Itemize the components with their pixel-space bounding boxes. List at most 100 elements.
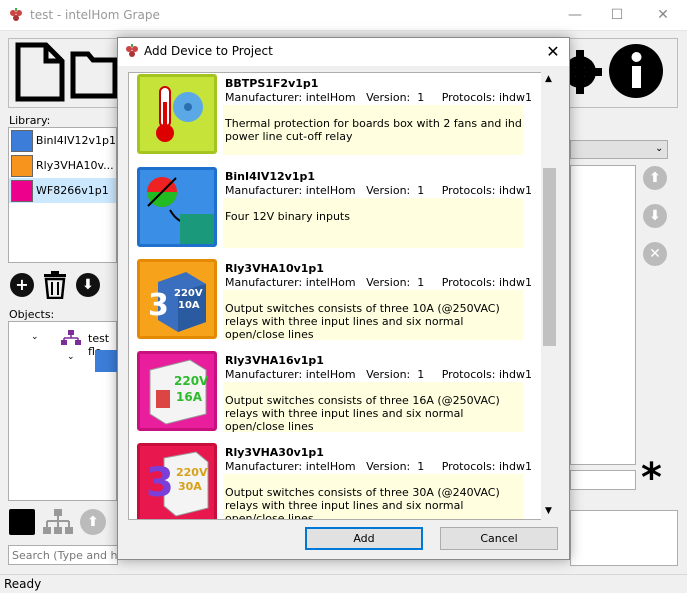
device-description: Thermal protection for boards box with 2…: [223, 105, 523, 155]
device-name: Rly3VHA30v1p1: [225, 446, 324, 459]
relay-amp-badge: 30A: [178, 480, 202, 493]
network-tree-icon[interactable]: [42, 509, 74, 535]
asterisk-icon[interactable]: *: [641, 458, 662, 498]
dialog-title: Add Device to Project: [144, 44, 273, 58]
device-item[interactable]: BBTPS1F2v1p1 Manufacturer: intelHom Vers…: [137, 73, 532, 159]
objects-label: Objects:: [9, 308, 55, 321]
move-down-button[interactable]: ⬇: [643, 204, 667, 228]
status-text: Ready: [4, 577, 42, 591]
library-item[interactable]: WF8266v1p1: [9, 178, 116, 203]
search-input[interactable]: Search (Type and hit E: [8, 545, 118, 565]
device-name: BBTPS1F2v1p1: [225, 77, 319, 90]
add-button[interactable]: Add: [305, 527, 423, 550]
device-node-icon[interactable]: [95, 350, 117, 372]
device-manufacturer: Manufacturer: intelHom: [225, 276, 356, 289]
new-file-icon[interactable]: [14, 42, 66, 102]
wifi-module-icon: [11, 179, 33, 202]
device-meta: Manufacturer: intelHom Version: 1 Protoc…: [225, 276, 532, 289]
relay-icon: [11, 154, 33, 177]
right-bottom-panel: [570, 510, 678, 566]
device-description: Four 12V binary inputs: [223, 198, 523, 248]
device-manufacturer: Manufacturer: intelHom: [225, 91, 356, 104]
device-item[interactable]: 3 220V 30A Rly3VHA30v1p1 Manufacturer: i…: [137, 442, 532, 519]
minimize-button[interactable]: —: [563, 6, 587, 24]
device-description: Output switches consists of three 16A (@…: [223, 382, 523, 433]
remove-button[interactable]: ✕: [643, 242, 667, 266]
relay-count-badge: 3: [148, 288, 169, 323]
chevron-down-icon[interactable]: ⌄: [31, 332, 39, 342]
device-version: Version: 1: [366, 184, 425, 197]
right-text-field[interactable]: [570, 470, 636, 490]
right-dropdown[interactable]: ⌄: [570, 140, 668, 159]
relay-amp-badge: 10A: [178, 300, 200, 311]
device-name: Rly3VHA10v1p1: [225, 262, 324, 275]
open-folder-icon[interactable]: [70, 44, 118, 100]
relay-voltage-badge: 220V: [174, 374, 209, 388]
device-protocols: Protocols: ihdw1: [441, 91, 533, 104]
move-up-button[interactable]: ⬆: [643, 166, 667, 190]
move-up-button[interactable]: ⬆: [80, 509, 106, 535]
relay-16a-icon: 220V 16A: [137, 351, 217, 431]
library-item[interactable]: Rly3VHA10v...: [9, 153, 116, 178]
right-list-panel[interactable]: [570, 165, 636, 465]
binary-input-icon: [137, 167, 217, 247]
relay-voltage-badge: 220V: [174, 288, 203, 299]
maximize-button[interactable]: ☐: [605, 6, 629, 24]
library-item-label: Rly3VHA10v...: [36, 159, 114, 172]
add-device-button[interactable]: +: [10, 273, 34, 297]
objects-tree[interactable]: ⌄ test flo ⌄: [8, 321, 117, 501]
device-protocols: Protocols: ihdw1: [441, 184, 533, 197]
chevron-down-icon: ⌄: [655, 143, 664, 154]
scroll-up-icon[interactable]: ▲: [545, 74, 552, 84]
device-name: Rly3VHA16v1p1: [225, 354, 324, 367]
relay-10a-icon: 3 220V 10A: [137, 259, 217, 339]
device-version: Version: 1: [366, 460, 425, 473]
info-icon[interactable]: [607, 42, 665, 100]
dialog-title-bar: Add Device to Project ✕: [118, 38, 569, 66]
device-item[interactable]: BinI4IV12v1p1 Manufacturer: intelHom Ver…: [137, 166, 532, 252]
relay-voltage-badge: 220V: [176, 466, 208, 479]
window-title: test - intelHom Grape: [30, 8, 160, 22]
hierarchy-icon: [61, 330, 81, 345]
grape-app-icon: [10, 8, 22, 21]
device-protocols: Protocols: ihdw1: [441, 368, 533, 381]
stop-icon[interactable]: [9, 509, 35, 535]
device-meta: Manufacturer: intelHom Version: 1 Protoc…: [225, 368, 532, 381]
device-protocols: Protocols: ihdw1: [441, 276, 533, 289]
download-button[interactable]: ⬇: [76, 273, 100, 297]
device-item[interactable]: 220V 16A Rly3VHA16v1p1 Manufacturer: int…: [137, 350, 532, 436]
settings-gear-icon[interactable]: [566, 44, 606, 100]
device-manufacturer: Manufacturer: intelHom: [225, 184, 356, 197]
device-name: BinI4IV12v1p1: [225, 170, 315, 183]
chevron-down-icon[interactable]: ⌄: [67, 352, 75, 362]
library-list[interactable]: BinI4IV12v1p1 Rly3VHA10v... WF8266v1p1: [8, 127, 117, 263]
cancel-button[interactable]: Cancel: [440, 527, 558, 550]
close-icon[interactable]: ✕: [542, 41, 564, 63]
device-meta: Manufacturer: intelHom Version: 1 Protoc…: [225, 91, 532, 104]
scroll-down-icon[interactable]: ▼: [545, 506, 552, 516]
trash-icon[interactable]: [42, 271, 68, 299]
add-device-dialog: Add Device to Project ✕ BBTPS1F2v1p1 Man…: [117, 37, 570, 560]
scrollbar-thumb[interactable]: [543, 168, 556, 346]
device-list[interactable]: BBTPS1F2v1p1 Manufacturer: intelHom Vers…: [128, 72, 558, 520]
device-meta: Manufacturer: intelHom Version: 1 Protoc…: [225, 460, 532, 473]
relay-amp-badge: 16A: [176, 390, 202, 404]
device-version: Version: 1: [366, 91, 425, 104]
device-list-scrollbar[interactable]: ▲ ▼: [541, 72, 558, 520]
device-protocols: Protocols: ihdw1: [441, 460, 533, 473]
device-version: Version: 1: [366, 368, 425, 381]
main-title-bar: test - intelHom Grape — ☐ ✕: [0, 0, 687, 31]
library-item-label: BinI4IV12v1p1: [35, 134, 116, 147]
device-manufacturer: Manufacturer: intelHom: [225, 460, 356, 473]
status-bar: [0, 574, 687, 593]
thermometer-fan-icon: [137, 74, 217, 154]
library-item[interactable]: BinI4IV12v1p1: [9, 128, 116, 153]
library-item-label: WF8266v1p1: [36, 184, 109, 197]
device-version: Version: 1: [366, 276, 425, 289]
device-description: Output switches consists of three 10A (@…: [223, 290, 523, 341]
close-window-button[interactable]: ✕: [651, 6, 675, 24]
device-manufacturer: Manufacturer: intelHom: [225, 368, 356, 381]
grape-app-icon: [126, 44, 138, 57]
relay-30a-icon: 3 220V 30A: [137, 443, 217, 519]
device-item[interactable]: 3 220V 10A Rly3VHA10v1p1 Manufacturer: i…: [137, 258, 532, 344]
